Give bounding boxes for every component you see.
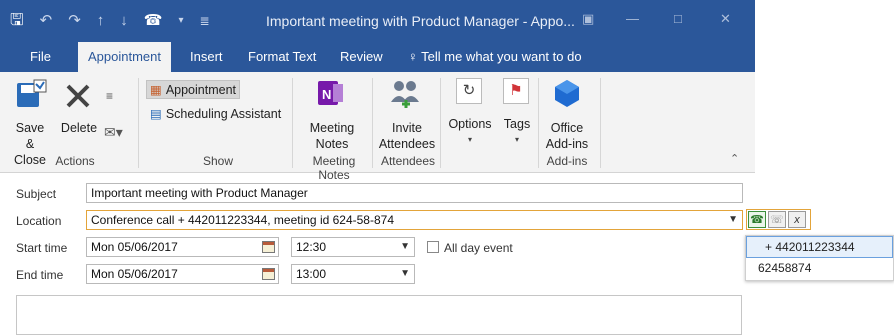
tab-appointment[interactable]: Appointment: [78, 42, 171, 72]
group-meeting-notes-label: Meeting Notes: [312, 154, 356, 182]
delete-button[interactable]: Delete: [58, 120, 100, 136]
group-divider: [138, 78, 139, 168]
group-divider: [292, 78, 293, 168]
tab-insert[interactable]: Insert: [180, 42, 233, 72]
end-time-select[interactable]: 13:00 ▼: [291, 264, 415, 284]
tab-file[interactable]: File: [20, 42, 61, 72]
tell-me-search[interactable]: ♀ Tell me what you want to do: [398, 42, 592, 72]
group-addins-label: Add-ins: [546, 154, 588, 168]
start-date-value: Mon 05/06/2017: [91, 240, 178, 254]
location-value: Conference call + 442011223344, meeting …: [91, 213, 394, 227]
appointment-view-button[interactable]: ▦ Appointment: [146, 80, 240, 99]
ribbon: Save & Close Delete ≡ ✉▾ Actions ▦ Appoi…: [0, 72, 755, 182]
start-time-value: 12:30: [296, 240, 327, 254]
minimize-icon[interactable]: —: [626, 11, 639, 26]
group-attendees-label: Attendees: [380, 154, 436, 168]
appointment-body[interactable]: [16, 295, 742, 335]
group-divider: [372, 78, 373, 168]
tab-review[interactable]: Review: [330, 42, 393, 72]
close-icon[interactable]: ✕: [720, 11, 731, 27]
options-dropdown-icon: ▾: [467, 135, 472, 144]
tab-format-text[interactable]: Format Text: [238, 42, 326, 72]
flag-icon: ⚑: [503, 78, 529, 104]
tags-button[interactable]: Tags ▾: [500, 116, 534, 148]
previous-item-icon[interactable]: ↑: [97, 11, 105, 31]
ribbon-display-icon[interactable]: ▣: [582, 11, 594, 27]
ribbon-tabs: File Appointment Insert Format Text Revi…: [0, 42, 755, 72]
title-bar: 🖫 ↶ ↷ ↑ ↓ ☎ ▾ ≣ Important meeting with P…: [0, 0, 755, 42]
end-time-label: End time: [16, 268, 64, 282]
dial-number-popup: + 442011223344 62458874: [745, 235, 894, 281]
end-time-dropdown-icon[interactable]: ▼: [400, 265, 410, 283]
subject-input[interactable]: Important meeting with Product Manager: [86, 183, 743, 203]
calendar-icon[interactable]: [262, 241, 275, 253]
send-options-icon[interactable]: ✉▾: [104, 124, 123, 141]
svg-text:N: N: [322, 87, 331, 102]
forward-icon[interactable]: ≡: [106, 89, 113, 103]
start-date-input[interactable]: Mon 05/06/2017: [86, 237, 279, 257]
invite-attendees-icon: [391, 81, 419, 108]
end-time-value: 13:00: [296, 267, 327, 281]
dropdown-icon[interactable]: ▾: [178, 11, 183, 31]
start-time-select[interactable]: 12:30 ▼: [291, 237, 415, 257]
undo-icon[interactable]: ↶: [40, 11, 53, 31]
end-date-value: Mon 05/06/2017: [91, 267, 178, 281]
tell-me-label: Tell me what you want to do: [421, 49, 582, 64]
location-label: Location: [16, 214, 62, 228]
meeting-notes-button[interactable]: Meeting Notes: [304, 120, 360, 152]
start-time-label: Start time: [16, 241, 68, 255]
customize-qat-icon[interactable]: ≣: [200, 11, 210, 31]
group-divider: [600, 78, 601, 168]
office-addins-button[interactable]: Office Add-ins: [540, 120, 594, 152]
all-day-checkbox[interactable]: [427, 241, 439, 253]
save-icon[interactable]: 🖫: [10, 11, 24, 31]
quick-access-toolbar: 🖫 ↶ ↷ ↑ ↓ ☎ ▾ ≣: [10, 11, 210, 31]
save-close-icon: [17, 79, 47, 107]
next-item-icon[interactable]: ↓: [120, 11, 128, 31]
all-day-label: All day event: [444, 241, 513, 255]
delete-x-icon: [66, 84, 90, 108]
tags-dropdown-icon: ▾: [514, 135, 519, 144]
location-input[interactable]: Conference call + 442011223344, meeting …: [86, 210, 743, 230]
collapse-ribbon-icon[interactable]: ⌃: [730, 152, 739, 165]
phone-call-icon[interactable]: ☎: [748, 211, 766, 228]
scheduling-assistant-button[interactable]: ▤ Scheduling Assistant: [150, 106, 281, 122]
end-date-input[interactable]: Mon 05/06/2017: [86, 264, 279, 284]
invite-attendees-button[interactable]: Invite Attendees: [376, 120, 438, 152]
close-dial-button[interactable]: x: [788, 211, 806, 228]
group-divider: [440, 78, 441, 168]
calendar-grid-icon: ▦: [150, 83, 162, 97]
options-button[interactable]: Options ▾: [446, 116, 494, 148]
maximize-icon[interactable]: □: [674, 11, 682, 26]
scheduling-icon: ▤: [150, 107, 162, 121]
appointment-window: 🖫 ↶ ↷ ↑ ↓ ☎ ▾ ≣ Important meeting with P…: [0, 0, 755, 335]
location-dropdown-icon[interactable]: ▼: [728, 211, 738, 229]
dial-toolbar: ☎ ☏ x: [746, 209, 811, 230]
group-divider: [538, 78, 539, 168]
dial-option[interactable]: 62458874: [746, 258, 893, 280]
subject-label: Subject: [16, 187, 57, 201]
redo-icon[interactable]: ↷: [68, 11, 81, 31]
group-actions-label: Actions: [55, 154, 95, 168]
phone-hold-icon[interactable]: ☏: [768, 211, 786, 228]
group-show-label: Show: [202, 154, 234, 168]
call-icon[interactable]: ☎: [144, 11, 163, 31]
calendar-icon[interactable]: [262, 268, 275, 280]
office-addins-icon: [555, 80, 579, 107]
dial-option[interactable]: + 442011223344: [746, 236, 893, 258]
onenote-icon: N: [318, 81, 343, 105]
options-refresh-icon: ↻: [456, 78, 482, 104]
window-title: Important meeting with Product Manager -…: [266, 13, 575, 29]
start-time-dropdown-icon[interactable]: ▼: [400, 238, 410, 256]
lightbulb-icon: ♀: [408, 49, 418, 64]
